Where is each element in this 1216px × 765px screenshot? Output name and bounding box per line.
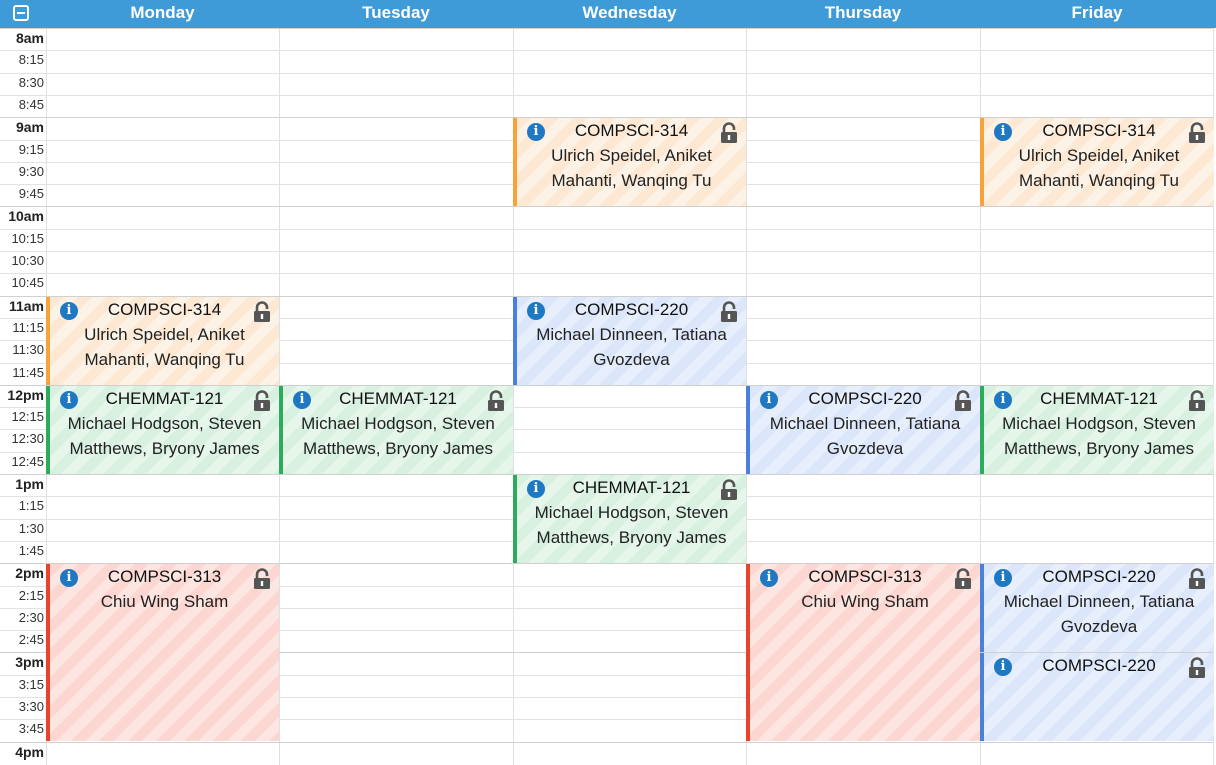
event-staff: Michael Dinneen, Tatiana Gvozdeva (1003, 592, 1195, 636)
day-header-bar: Monday Tuesday Wednesday Thursday Friday (0, 0, 1216, 28)
slot-divider (0, 229, 1213, 230)
day-header-thursday: Thursday (824, 3, 902, 22)
slot-divider (0, 273, 1213, 274)
event-block[interactable]: i COMPSCI-314 Ulrich Speidel, Aniket Mahan… (980, 118, 1214, 206)
time-label: 2pm (15, 565, 44, 581)
event-staff: Chiu Wing Sham (801, 592, 929, 611)
event-course-code: COMPSCI-220 (808, 389, 922, 408)
event-course-code: CHEMMAT-121 (1040, 389, 1158, 408)
event-block[interactable]: i CHEMMAT-121 Michael Hodgson, Steven Matt… (513, 475, 746, 563)
time-label: 10:45 (11, 275, 44, 290)
event-course-code: COMPSCI-220 (1042, 656, 1156, 675)
day-header-wednesday: Wednesday (582, 3, 677, 22)
slot-divider (0, 28, 1213, 29)
event-block[interactable]: i COMPSCI-313 Chiu Wing Sham (46, 564, 279, 741)
event-staff: Michael Hodgson, Steven Matthews, Bryony… (301, 414, 495, 458)
event-course-code: COMPSCI-314 (574, 121, 689, 140)
time-label: 10:30 (11, 253, 44, 268)
slot-divider (0, 50, 1213, 51)
event-block[interactable]: i COMPSCI-313 Chiu Wing Sham (746, 564, 980, 741)
time-label: 3:45 (18, 721, 44, 736)
time-label: 12:30 (11, 431, 44, 446)
slot-divider (0, 73, 1213, 74)
time-label: 9:30 (18, 164, 44, 179)
event-block[interactable]: i COMPSCI-220 (980, 653, 1214, 741)
event-course-code: CHEMMAT-121 (572, 478, 691, 497)
event-block[interactable]: i CHEMMAT-121 Michael Hodgson, Steven Matt… (279, 386, 513, 474)
time-label: 4pm (15, 744, 44, 760)
event-block[interactable]: i COMPSCI-314 Ulrich Speidel, Aniket Mahan… (46, 297, 279, 385)
slot-divider (0, 251, 1213, 252)
time-label: 8:45 (18, 97, 44, 112)
event-block[interactable]: i COMPSCI-220 Michael Dinneen, Tatiana Gvo… (513, 297, 746, 385)
event-staff: Michael Dinneen, Tatiana Gvozdeva (536, 325, 727, 369)
event-block[interactable]: i CHEMMAT-121 Michael Hodgson, Steven Matt… (980, 386, 1214, 474)
event-course-code: COMPSCI-313 (808, 567, 922, 586)
time-label: 8:30 (18, 75, 44, 90)
time-label: 1pm (15, 476, 44, 492)
event-course-code: CHEMMAT-121 (339, 389, 457, 408)
event-course-code: COMPSCI-313 (107, 567, 222, 586)
event-staff: Michael Dinneen, Tatiana Gvozdeva (769, 414, 961, 458)
event-course-code: COMPSCI-314 (107, 300, 222, 319)
time-label: 2:15 (18, 588, 44, 603)
time-label: 12:45 (11, 454, 44, 469)
time-label: 1:30 (18, 521, 44, 536)
time-label: 9am (15, 119, 44, 135)
collapse-icon[interactable] (13, 5, 29, 21)
time-label: 3:15 (18, 677, 44, 692)
day-header-monday: Monday (130, 3, 195, 22)
day-header-friday: Friday (1071, 3, 1123, 22)
time-label: 10am (8, 208, 44, 224)
slot-divider (0, 206, 1213, 207)
event-staff: Ulrich Speidel, Aniket Mahanti, Wanqing … (551, 146, 712, 190)
time-label: 3pm (15, 654, 44, 670)
time-label: 11:30 (12, 342, 44, 357)
slot-divider (0, 95, 1213, 96)
time-label: 2:30 (18, 610, 44, 625)
event-course-code: COMPSCI-220 (574, 300, 689, 319)
event-staff: Ulrich Speidel, Aniket Mahanti, Wanqing … (1018, 146, 1180, 190)
event-staff: Michael Hodgson, Steven Matthews, Bryony… (67, 414, 262, 458)
event-staff: Chiu Wing Sham (100, 592, 229, 611)
time-label: 12:15 (11, 409, 44, 424)
slot-divider (0, 742, 1213, 743)
time-label: 1:45 (18, 543, 44, 558)
day-header-tuesday: Tuesday (362, 3, 430, 22)
time-label: 10:15 (11, 231, 44, 246)
time-label: 1:15 (18, 498, 44, 513)
event-course-code: COMPSCI-314 (1042, 121, 1156, 140)
time-label: 11:45 (12, 365, 44, 380)
event-staff: Michael Hodgson, Steven Matthews, Bryony… (1002, 414, 1196, 458)
time-grid: 8am 8:15 8:30 8:45 9am 9:15 9:30 9:45 10am 10:15 1… (0, 28, 1216, 765)
time-label: 8am (15, 30, 44, 46)
time-label: 9:15 (18, 142, 44, 157)
time-label: 11am (8, 298, 44, 314)
event-block[interactable]: i CHEMMAT-121 Michael Hodgson, Steven Matt… (46, 386, 279, 474)
event-staff: Ulrich Speidel, Aniket Mahanti, Wanqing … (84, 325, 245, 369)
event-block[interactable]: i COMPSCI-314 Ulrich Speidel, Aniket Mahan… (513, 118, 746, 206)
time-label: 8:15 (18, 52, 44, 67)
event-block[interactable]: i COMPSCI-220 Michael Dinneen, Tatiana Gvo… (746, 386, 980, 474)
event-course-code: COMPSCI-220 (1042, 567, 1156, 586)
time-label: 9:45 (18, 186, 44, 201)
event-course-code: CHEMMAT-121 (105, 389, 224, 408)
time-label: 11:15 (12, 320, 44, 335)
timetable: Monday Tuesday Wednesday Thursday Friday… (0, 0, 1216, 765)
event-staff: Michael Hodgson, Steven Matthews, Bryony… (534, 503, 729, 547)
time-label: 3:30 (18, 699, 44, 714)
time-label: 2:45 (18, 632, 44, 647)
event-block[interactable]: i COMPSCI-220 Michael Dinneen, Tatiana Gvo… (980, 564, 1214, 652)
time-label: 12pm (7, 387, 44, 403)
